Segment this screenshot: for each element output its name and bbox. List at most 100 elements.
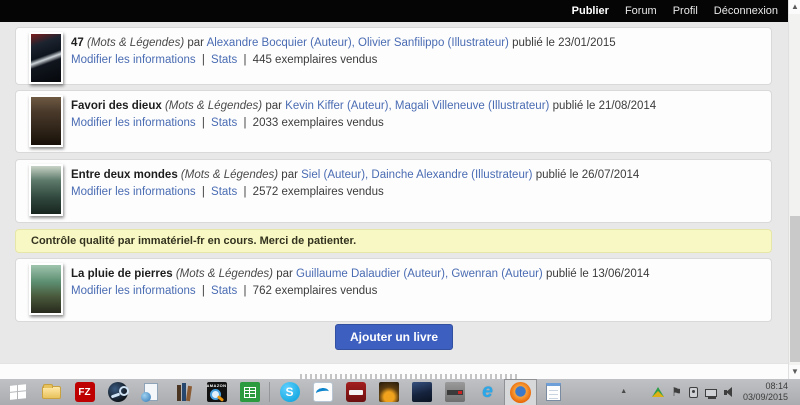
start-button[interactable]: [2, 379, 35, 405]
internet-explorer-icon: e: [482, 382, 493, 402]
book-cover-thumbnail[interactable]: [29, 32, 63, 84]
add-book-row: Ajouter un livre: [0, 324, 788, 350]
topbar-link-profil[interactable]: Profil: [673, 5, 698, 17]
quality-control-notice: Contrôle qualité par immatériel-fr en co…: [15, 229, 772, 253]
windows-taskbar: FZ AMAZON S e ▲ ⚑ 08:14 03/09/2015: [0, 379, 800, 405]
clock-date: 03/09/2015: [743, 392, 788, 403]
par-label: par: [265, 100, 282, 112]
scroll-up-arrow-icon[interactable]: ▲: [789, 0, 800, 14]
book-cover-thumbnail[interactable]: [29, 164, 63, 216]
book-title: Entre deux mondes: [71, 169, 178, 181]
device-tray-icon[interactable]: [689, 387, 698, 398]
book-cover-thumbnail[interactable]: [29, 95, 63, 147]
screen: Publier Forum Profil Déconnexion 47 (Mot…: [0, 0, 800, 405]
topbar-link-forum[interactable]: Forum: [625, 5, 657, 17]
folder-icon: [42, 386, 61, 399]
firefox-button[interactable]: [504, 379, 537, 405]
book-row: 47 (Mots & Légendes) par Alexandre Bocqu…: [15, 27, 772, 85]
media-app-button[interactable]: [438, 379, 471, 405]
separator: |: [202, 186, 205, 198]
file-explorer-button[interactable]: [35, 379, 68, 405]
book-title-line: Entre deux mondes (Mots & Légendes) par …: [71, 167, 761, 184]
modify-info-link[interactable]: Modifier les informations: [71, 285, 196, 297]
scroll-down-arrow-icon[interactable]: ▼: [789, 365, 800, 379]
amazon-search-button[interactable]: AMAZON: [200, 379, 233, 405]
add-book-button[interactable]: Ajouter un livre: [335, 324, 453, 350]
separator: |: [243, 117, 246, 129]
par-label: par: [187, 37, 204, 49]
published-date: publié le 26/07/2014: [536, 169, 640, 181]
modify-info-link[interactable]: Modifier les informations: [71, 186, 196, 198]
separator: |: [243, 186, 246, 198]
page-footer: [0, 363, 788, 379]
stats-link[interactable]: Stats: [211, 54, 237, 66]
windows-logo-icon: [10, 384, 27, 401]
openoffice-button[interactable]: [306, 379, 339, 405]
book-actions-line: Modifier les informations | Stats | 2033…: [71, 115, 761, 132]
game-app-2-button[interactable]: [405, 379, 438, 405]
book-series: (Mots & Légendes): [176, 268, 273, 280]
book-authors-link[interactable]: Guillaume Dalaudier (Auteur), Gwenran (A…: [296, 268, 543, 280]
steam-button[interactable]: [101, 379, 134, 405]
notepad-icon: [546, 383, 561, 401]
book-authors-link[interactable]: Siel (Auteur), Dainche Alexandre (Illust…: [301, 169, 532, 181]
site-topbar: Publier Forum Profil Déconnexion: [0, 0, 788, 22]
book-row: La pluie de pierres (Mots & Légendes) pa…: [15, 258, 772, 322]
separator: |: [243, 54, 246, 66]
book-cover-thumbnail[interactable]: [29, 263, 63, 315]
windows-tray-icon[interactable]: [634, 388, 645, 397]
clock-time: 08:14: [743, 381, 788, 392]
separator: |: [202, 54, 205, 66]
stats-link[interactable]: Stats: [211, 117, 237, 129]
separator: |: [243, 285, 246, 297]
amazon-search-icon: AMAZON: [207, 382, 227, 402]
book-series: (Mots & Légendes): [165, 100, 262, 112]
game-app-icon-2: [412, 382, 432, 402]
action-center-flag-icon[interactable]: ⚑: [671, 387, 682, 397]
book-row: Entre deux mondes (Mots & Légendes) par …: [15, 159, 772, 223]
modify-info-link[interactable]: Modifier les informations: [71, 117, 196, 129]
ebook-reader-button[interactable]: [134, 379, 167, 405]
taskbar-clock[interactable]: 08:14 03/09/2015: [743, 381, 792, 403]
game-app-1-button[interactable]: [372, 379, 405, 405]
modify-info-link[interactable]: Modifier les informations: [71, 54, 196, 66]
firefox-icon: [510, 382, 531, 403]
published-date: publié le 23/01/2015: [512, 37, 616, 49]
game-app-icon-1: [379, 382, 399, 402]
published-date: publié le 13/06/2014: [546, 268, 650, 280]
topbar-link-publier[interactable]: Publier: [572, 5, 609, 17]
sales-count: 762 exemplaires vendus: [253, 285, 378, 297]
book-info: Favori des dieux (Mots & Légendes) par K…: [16, 91, 771, 132]
book-info: Entre deux mondes (Mots & Légendes) par …: [16, 160, 771, 201]
red-app-button[interactable]: [339, 379, 372, 405]
stats-link[interactable]: Stats: [211, 186, 237, 198]
par-label: par: [281, 169, 298, 181]
notepad-button[interactable]: [537, 379, 570, 405]
network-icon[interactable]: [705, 389, 717, 397]
book-authors-link[interactable]: Alexandre Bocquier (Auteur), Olivier San…: [207, 37, 509, 49]
red-app-icon: [346, 382, 366, 402]
book-authors-link[interactable]: Kevin Kiffer (Auteur), Magali Villeneuve…: [285, 100, 549, 112]
vertical-scrollbar[interactable]: ▲ ▼: [788, 0, 800, 379]
book-title-line: La pluie de pierres (Mots & Légendes) pa…: [71, 266, 761, 283]
taskbar-divider: [269, 382, 270, 402]
scrollbar-thumb[interactable]: [790, 216, 800, 362]
topbar-link-deconnexion[interactable]: Déconnexion: [714, 5, 778, 17]
hidden-icons-chevron-icon[interactable]: ▲: [620, 387, 627, 397]
book-series: (Mots & Légendes): [181, 169, 278, 181]
spreadsheet-button[interactable]: [233, 379, 266, 405]
separator: |: [202, 285, 205, 297]
internet-explorer-button[interactable]: e: [471, 379, 504, 405]
filezilla-button[interactable]: FZ: [68, 379, 101, 405]
library-button[interactable]: [167, 379, 200, 405]
skype-button[interactable]: S: [273, 379, 306, 405]
sales-count: 2033 exemplaires vendus: [253, 117, 384, 129]
book-title: 47: [71, 37, 84, 49]
published-date: publié le 21/08/2014: [553, 100, 657, 112]
book-title: La pluie de pierres: [71, 268, 173, 280]
stats-link[interactable]: Stats: [211, 285, 237, 297]
sales-count: 2572 exemplaires vendus: [253, 186, 384, 198]
drive-sync-icon[interactable]: [652, 387, 664, 397]
volume-icon[interactable]: [724, 387, 736, 398]
book-title-line: Favori des dieux (Mots & Légendes) par K…: [71, 98, 761, 115]
